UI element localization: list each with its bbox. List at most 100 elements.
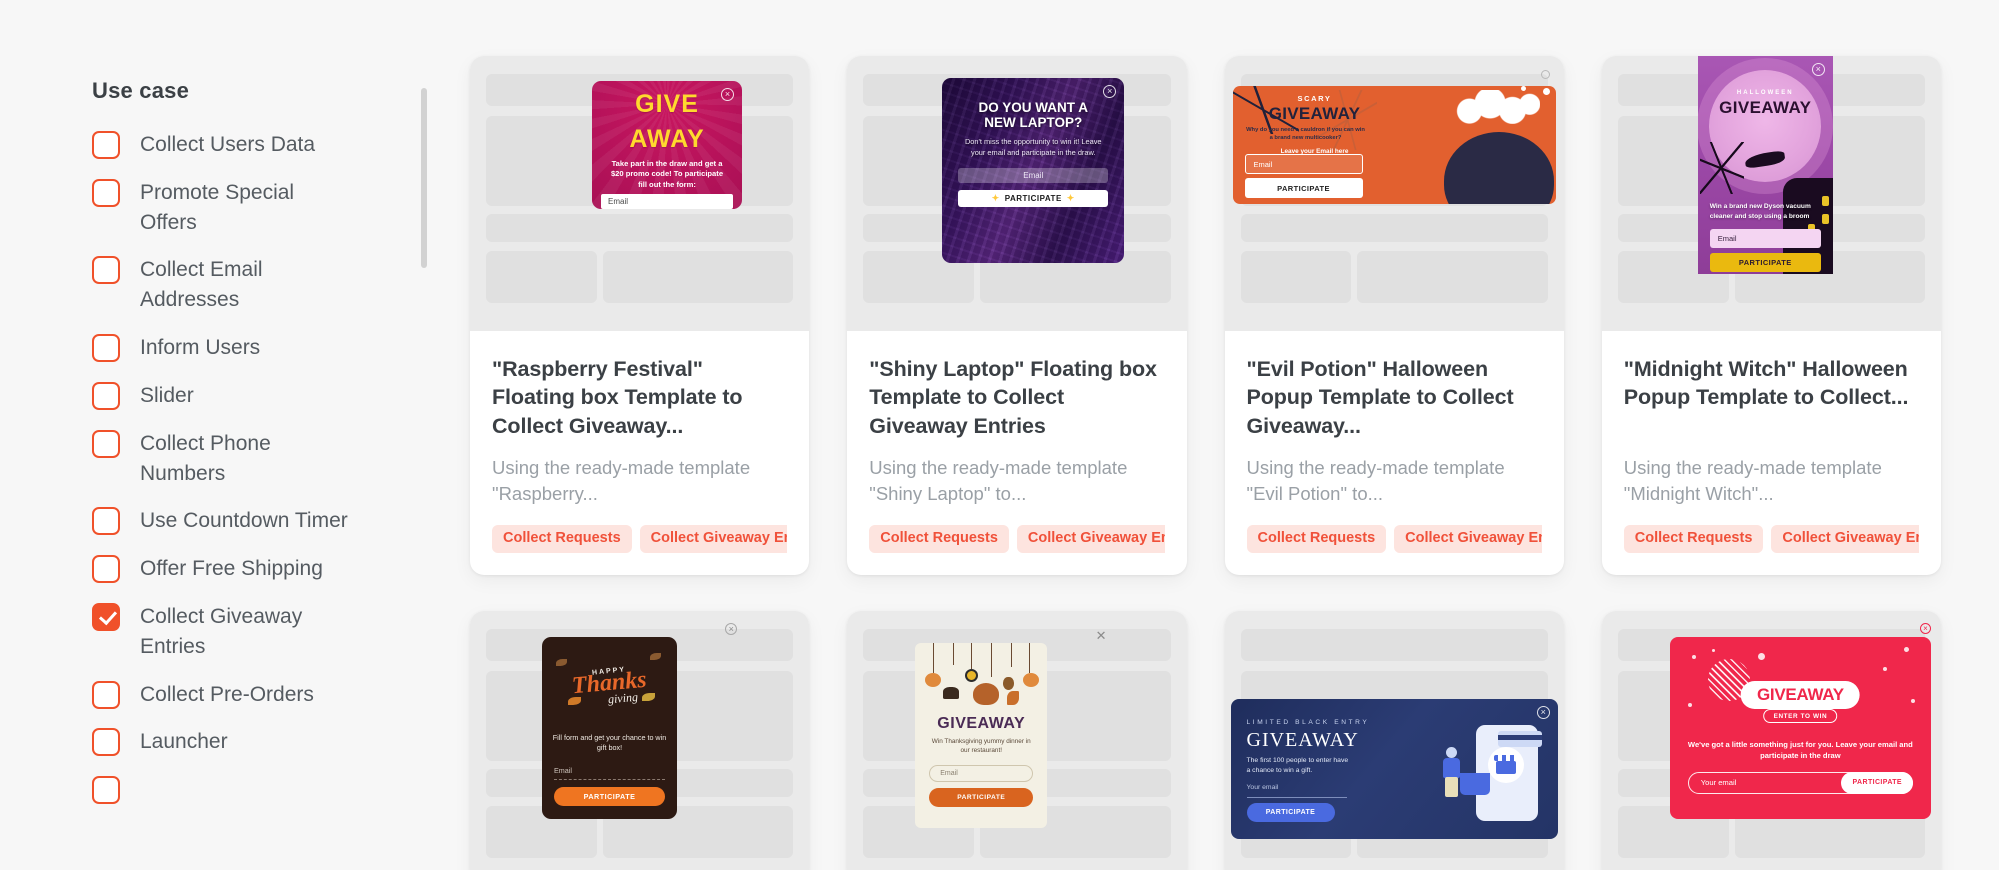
filter-label: Collect Phone Numbers — [140, 431, 271, 485]
checkbox-inform-users[interactable] — [92, 334, 120, 363]
filter-item-collect-users-data[interactable]: Collect Users Data — [92, 130, 420, 160]
card-body: "Shiny Laptop" Floating box Template to … — [847, 331, 1186, 575]
skeleton-bar — [486, 214, 794, 242]
turkey-icon — [973, 683, 1000, 705]
tag[interactable]: Collect Giveaway Entries — [1394, 525, 1542, 553]
tag[interactable]: Collect Giveaway Entries — [1771, 525, 1919, 553]
popup-email-field: Email — [1244, 154, 1363, 174]
string-icon — [1029, 643, 1031, 673]
template-card[interactable]: × HALLOWEEN GIVEAWAY Win a brand new Dys… — [1601, 56, 1941, 575]
template-library-page: Use case Collect Users Data Promote Spec… — [0, 0, 1999, 870]
filter-item-collect-pre-orders[interactable]: Collect Pre-Orders — [92, 680, 420, 710]
sidebar-title: Use case — [92, 78, 190, 103]
filter-label: Inform Users — [140, 336, 261, 360]
popup-headline: GIVEAWAY — [1268, 104, 1361, 123]
popup-eyebrow: HALLOWEEN — [1736, 90, 1794, 96]
popup-participate-button: PARTICIPATE — [929, 787, 1034, 807]
tag[interactable]: Collect Requests — [1246, 525, 1387, 553]
card-title: "Midnight Witch" Halloween Popup Templat… — [1623, 357, 1909, 410]
template-card[interactable]: × GIVEAWAY ENTER TO WIN We've got a litt… — [1601, 611, 1941, 870]
popup-body-text: The first 100 people to enter have a cha… — [1246, 757, 1349, 775]
popup-body-text: Win Thanksgiving yummy dinner in our res… — [931, 738, 1031, 755]
filter-label: Collect Users Data — [140, 133, 316, 156]
popup-participate-label: PARTICIPATE — [1004, 194, 1062, 204]
card-body: "Evil Potion" Halloween Popup Template t… — [1225, 331, 1564, 575]
skeleton-bar — [602, 251, 794, 303]
filter-label: Collect Email Addresses — [140, 258, 263, 312]
tag[interactable]: Collect Giveaway Entries — [639, 525, 788, 553]
popup-participate-button: PARTICIPATE — [1244, 178, 1363, 198]
leaf-icon — [642, 693, 655, 701]
tag[interactable]: Collect Giveaway Entries — [1016, 525, 1165, 553]
checkbox-promote-special-offers[interactable] — [92, 178, 120, 207]
skeleton-bar — [1357, 251, 1548, 303]
popup-text-block: SCARY GIVEAWAY Why do you need a cauldro… — [1245, 94, 1385, 155]
skeleton-bar — [1240, 251, 1352, 303]
checkbox-slider[interactable] — [92, 381, 120, 410]
popup-participate-button: PARTICIPATE — [1841, 771, 1913, 794]
filter-item-collect-giveaway-entries[interactable]: Collect Giveaway Entries — [92, 602, 420, 662]
filter-item-collect-email-addresses[interactable]: Collect Email Addresses — [92, 255, 420, 315]
popup-preview-limited-black-entry: × LIMITED BLACK ENTRY GIVEAWAY The first… — [1230, 699, 1558, 839]
tag[interactable]: Collect Requests — [492, 525, 632, 553]
sidebar-scrollbar-thumb[interactable] — [421, 88, 427, 268]
sunflower-icon — [965, 669, 979, 682]
popup-headline-line2: NEW LAPTOP? — [984, 115, 1083, 131]
person-head — [1445, 747, 1457, 758]
checkbox-launcher[interactable] — [92, 728, 120, 757]
template-thumbnail: SCARY GIVEAWAY Why do you need a cauldro… — [1224, 56, 1564, 331]
popup-participate-button: PARTICIPATE — [554, 786, 665, 806]
filter-label: Slider — [140, 383, 194, 407]
skeleton-bar — [1240, 629, 1548, 661]
checkbox-collect-users-data[interactable] — [92, 131, 120, 159]
close-circle-icon: × — [1920, 623, 1931, 634]
template-thumbnail: × LIMITED BLACK ENTRY GIVEAWAY The first… — [1224, 611, 1564, 870]
template-grid: × GIVE AWAY Take part in the draw and ge… — [470, 56, 1941, 870]
popup-headline: DO YOU WANT A NEW LAPTOP? — [942, 78, 1124, 130]
template-card[interactable]: × LIMITED BLACK ENTRY GIVEAWAY The first… — [1224, 611, 1564, 870]
filter-item-offer-free-shipping[interactable]: Offer Free Shipping — [92, 554, 420, 584]
tag[interactable]: Collect Requests — [869, 525, 1009, 553]
string-icon — [933, 643, 935, 673]
checkbox-collect-email-addresses[interactable] — [92, 256, 120, 285]
checkbox-collect-pre-orders[interactable] — [92, 680, 120, 709]
template-card[interactable]: × DO YOU WANT A NEW LAPTOP? Don't miss t… — [847, 56, 1187, 575]
template-grid-area: × GIVE AWAY Take part in the draw and ge… — [420, 0, 1999, 870]
filter-item-launcher[interactable]: Launcher — [92, 727, 420, 757]
template-card[interactable]: × GIVE AWAY Take part in the draw and ge… — [470, 56, 810, 575]
checkbox-collect-giveaway-entries[interactable] — [92, 602, 120, 631]
filter-label: Promote Special Offers — [140, 180, 295, 234]
template-card[interactable]: SCARY GIVEAWAY Why do you need a cauldro… — [1224, 56, 1564, 575]
filter-item-collect-phone-numbers[interactable]: Collect Phone Numbers — [92, 429, 420, 489]
thanksgiving-artwork: HAPPY Thanks giving — [542, 637, 677, 729]
card-tags: Collect Requests Collect Giveaway Entrie… — [1623, 525, 1919, 553]
popup-body-text: Take part in the draw and get a $20 prom… — [610, 159, 724, 189]
shopping-illustration — [1438, 721, 1544, 827]
card-description: Using the ready-made template "Midnight … — [1623, 457, 1882, 505]
template-card[interactable]: × HAPPY Thanks giving Fill form and get … — [470, 611, 810, 870]
template-thumbnail: × HAPPY Thanks giving Fill form and get … — [470, 611, 810, 870]
checkbox-collect-phone-numbers[interactable] — [92, 429, 120, 458]
filter-item-slider[interactable]: Slider — [92, 381, 420, 411]
checkbox-next-partial[interactable] — [92, 776, 120, 805]
template-card[interactable]: ✕ GIVEAWAY Win Thanksgiving yummy dinner… — [847, 611, 1187, 870]
leaf-icon — [556, 659, 567, 666]
tag[interactable]: Collect Requests — [1623, 525, 1764, 553]
close-circle-icon: × — [721, 88, 734, 101]
string-icon — [1011, 643, 1013, 667]
checkbox-use-countdown-timer[interactable] — [92, 507, 120, 536]
sidebar-scrollbar-track[interactable] — [421, 88, 427, 818]
skeleton-bar — [1240, 214, 1548, 242]
popup-preview-shiny-laptop: × DO YOU WANT A NEW LAPTOP? Don't miss t… — [942, 78, 1125, 263]
filter-label: Launcher — [140, 730, 228, 754]
checkbox-offer-free-shipping[interactable] — [92, 555, 120, 584]
filter-item-inform-users[interactable]: Inform Users — [92, 333, 420, 363]
acorn-icon — [1003, 677, 1015, 690]
filter-label: Collect Giveaway Entries — [140, 604, 303, 658]
filter-item-next-partial[interactable] — [92, 775, 420, 805]
popup-headline-line1: DO YOU WANT A — [978, 100, 1088, 115]
filter-item-use-countdown-timer[interactable]: Use Countdown Timer — [92, 506, 420, 536]
person-legs — [1444, 777, 1458, 797]
card-title: "Evil Potion" Halloween Popup Template t… — [1246, 357, 1514, 438]
filter-item-promote-special-offers[interactable]: Promote Special Offers — [92, 178, 420, 238]
